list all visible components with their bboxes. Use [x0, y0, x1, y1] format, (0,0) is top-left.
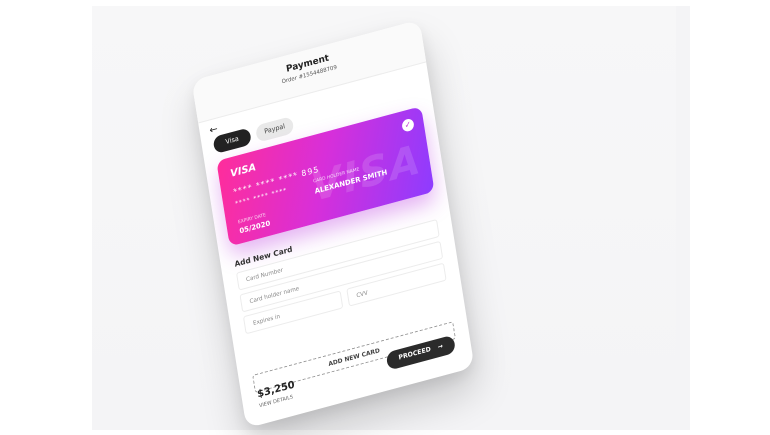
- tab-paypal[interactable]: Paypal: [255, 116, 295, 143]
- selected-card[interactable]: VISA VISA ✓ **** **** **** 895 **** ****…: [216, 106, 435, 247]
- background-strip: [676, 6, 690, 430]
- tab-visa[interactable]: Visa: [212, 127, 252, 155]
- card-brand: VISA: [229, 162, 257, 180]
- arrow-right-icon: →: [437, 342, 444, 352]
- proceed-label: PROCEED: [398, 345, 432, 362]
- arrow-left-icon[interactable]: ←: [209, 124, 219, 137]
- check-icon: ✓: [401, 117, 415, 133]
